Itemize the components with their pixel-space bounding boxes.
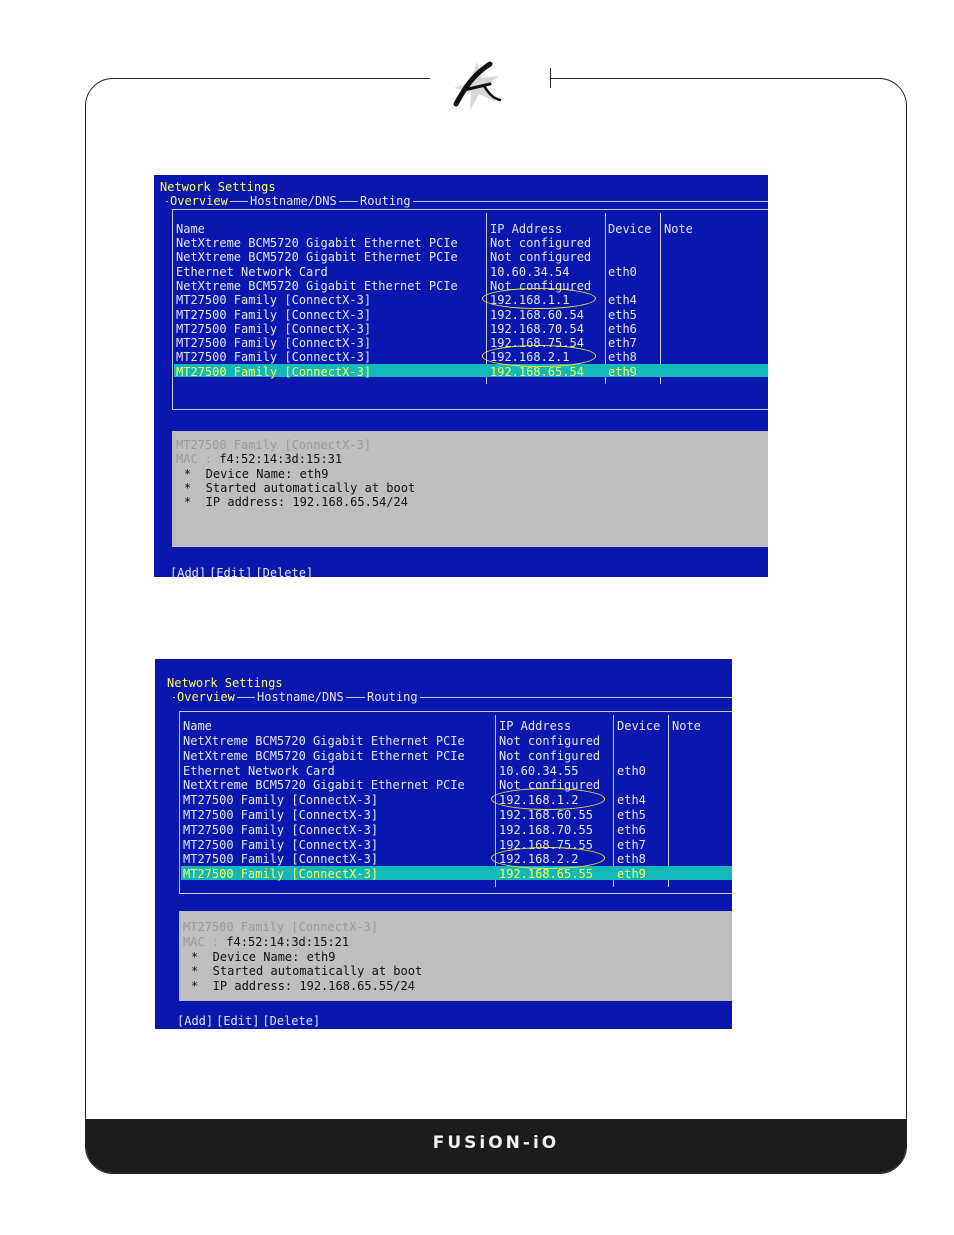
annotation-ellipse	[482, 345, 596, 367]
tab-overview[interactable]: Overview	[168, 195, 230, 207]
interface-ip[interactable]: 10.60.34.54	[490, 266, 569, 278]
column-header-note: Note	[664, 222, 693, 236]
interface-name[interactable]: NetXtreme BCM5720 Gigabit Ethernet PCIe	[183, 735, 465, 747]
column-header-ip-address: IP Address	[499, 719, 572, 733]
interface-ip[interactable]: 192.168.70.54	[490, 323, 584, 335]
interface-device[interactable]: eth5	[608, 309, 637, 321]
interface-device[interactable]: eth6	[617, 824, 646, 836]
detail-interface-name: MT27500 Family [ConnectX-3]	[176, 438, 372, 452]
interface-name[interactable]: Ethernet Network Card	[176, 266, 328, 278]
interface-ip[interactable]: 192.168.65.55	[499, 868, 593, 880]
interface-device[interactable]: eth0	[617, 765, 646, 777]
detail-mac-label: MAC :	[176, 452, 213, 467]
column-header-ip-address: IP Address	[490, 222, 563, 236]
detail-mac-label: MAC :	[183, 934, 220, 949]
edit-button[interactable]: [Edit]	[209, 567, 252, 577]
interface-name[interactable]: NetXtreme BCM5720 Gigabit Ethernet PCIe	[176, 280, 458, 292]
column-divider	[613, 715, 614, 887]
interface-ip[interactable]: Not configured	[490, 237, 591, 249]
interface-name[interactable]: MT27500 Family [ConnectX-3]	[183, 794, 378, 806]
column-header-note: Note	[672, 719, 701, 733]
interface-device[interactable]: eth4	[608, 294, 637, 306]
interface-name[interactable]: MT27500 Family [ConnectX-3]	[176, 294, 371, 306]
detail-line: * IP address: 192.168.65.54/24	[184, 495, 408, 510]
detail-interface-name: MT27500 Family [ConnectX-3]	[183, 920, 379, 934]
column-header-name: Name	[183, 719, 212, 733]
network-settings-screen-1: Network Settings Overview Hostname/DNS Rout…	[154, 175, 768, 577]
interface-name[interactable]: MT27500 Family [ConnectX-3]	[183, 809, 378, 821]
interface-name[interactable]: MT27500 Family [ConnectX-3]	[183, 868, 378, 880]
interface-device[interactable]: eth9	[617, 868, 646, 880]
interface-name[interactable]: NetXtreme BCM5720 Gigabit Ethernet PCIe	[183, 779, 465, 791]
tab-hostname-dns[interactable]: Hostname/DNS	[255, 691, 346, 703]
column-divider	[605, 213, 606, 384]
detail-mac-value: f4:52:14:3d:15:21	[226, 934, 350, 949]
add-button[interactable]: [Add]	[170, 567, 206, 577]
interface-ip[interactable]: 192.168.60.55	[499, 809, 593, 821]
window-title: Network Settings	[167, 676, 283, 690]
column-header-name: Name	[176, 222, 205, 236]
detail-line: * Started automatically at boot	[191, 964, 423, 979]
interface-name[interactable]: MT27500 Family [ConnectX-3]	[176, 337, 371, 349]
interface-name[interactable]: MT27500 Family [ConnectX-3]	[176, 351, 371, 363]
interface-ip[interactable]: 10.60.34.55	[499, 765, 578, 777]
delete-button[interactable]: [Delete]	[255, 567, 313, 577]
footer-bar: FUSiON-iO	[86, 1119, 906, 1173]
interface-device[interactable]: eth9	[608, 366, 637, 378]
window-title: Network Settings	[160, 180, 276, 194]
interface-device[interactable]: eth8	[608, 351, 637, 363]
annotation-ellipse	[491, 788, 605, 810]
column-divider	[668, 715, 669, 887]
interface-device[interactable]: eth8	[617, 853, 646, 865]
footer-logo: FUSiON-iO	[432, 1133, 560, 1153]
tab-routing[interactable]: Routing	[358, 195, 413, 207]
tab-hostname-dns[interactable]: Hostname/DNS	[248, 195, 339, 207]
detail-line: * Device Name: eth9	[191, 949, 336, 964]
interface-device[interactable]: eth0	[608, 266, 637, 278]
interface-name[interactable]: NetXtreme BCM5720 Gigabit Ethernet PCIe	[183, 750, 465, 762]
interface-device[interactable]: eth5	[617, 809, 646, 821]
delete-button[interactable]: [Delete]	[262, 1015, 320, 1027]
interface-name[interactable]: MT27500 Family [ConnectX-3]	[176, 309, 371, 321]
detail-mac-value: f4:52:14:3d:15:31	[219, 452, 343, 467]
interface-device[interactable]: eth7	[617, 839, 646, 851]
interface-name[interactable]: NetXtreme BCM5720 Gigabit Ethernet PCIe	[176, 237, 458, 249]
interface-device[interactable]: eth4	[617, 794, 646, 806]
interface-name[interactable]: MT27500 Family [ConnectX-3]	[183, 839, 378, 851]
network-settings-screen-2: Network Settings Overview Hostname/DNS Rout…	[155, 659, 732, 1029]
interface-device[interactable]: eth7	[608, 337, 637, 349]
interface-name[interactable]: MT27500 Family [ConnectX-3]	[183, 824, 378, 836]
tab-routing[interactable]: Routing	[365, 691, 420, 703]
header-tick	[550, 68, 551, 88]
interface-ip[interactable]: 192.168.65.54	[490, 366, 584, 378]
interface-ip[interactable]: 192.168.70.55	[499, 824, 593, 836]
column-header-device: Device	[617, 719, 661, 733]
interface-ip[interactable]: Not configured	[499, 735, 600, 747]
interface-ip[interactable]: Not configured	[490, 251, 591, 263]
interface-ip[interactable]: 192.168.60.54	[490, 309, 584, 321]
interface-name[interactable]: NetXtreme BCM5720 Gigabit Ethernet PCIe	[176, 251, 458, 263]
column-header-device: Device	[608, 222, 652, 236]
detail-line: * Device Name: eth9	[184, 466, 329, 481]
interface-name[interactable]: MT27500 Family [ConnectX-3]	[176, 323, 371, 335]
interface-name[interactable]: Ethernet Network Card	[183, 765, 335, 777]
tab-overview[interactable]: Overview	[175, 691, 237, 703]
interface-name[interactable]: MT27500 Family [ConnectX-3]	[176, 366, 371, 378]
detail-line: * Started automatically at boot	[184, 480, 416, 495]
fusion-io-emblem-icon	[453, 61, 502, 110]
interface-ip[interactable]: Not configured	[499, 750, 600, 762]
add-button[interactable]: [Add]	[177, 1015, 213, 1027]
column-divider	[660, 213, 661, 384]
interface-name[interactable]: MT27500 Family [ConnectX-3]	[183, 853, 378, 865]
interface-device[interactable]: eth6	[608, 323, 637, 335]
edit-button[interactable]: [Edit]	[216, 1015, 259, 1027]
detail-line: * IP address: 192.168.65.55/24	[191, 979, 415, 994]
